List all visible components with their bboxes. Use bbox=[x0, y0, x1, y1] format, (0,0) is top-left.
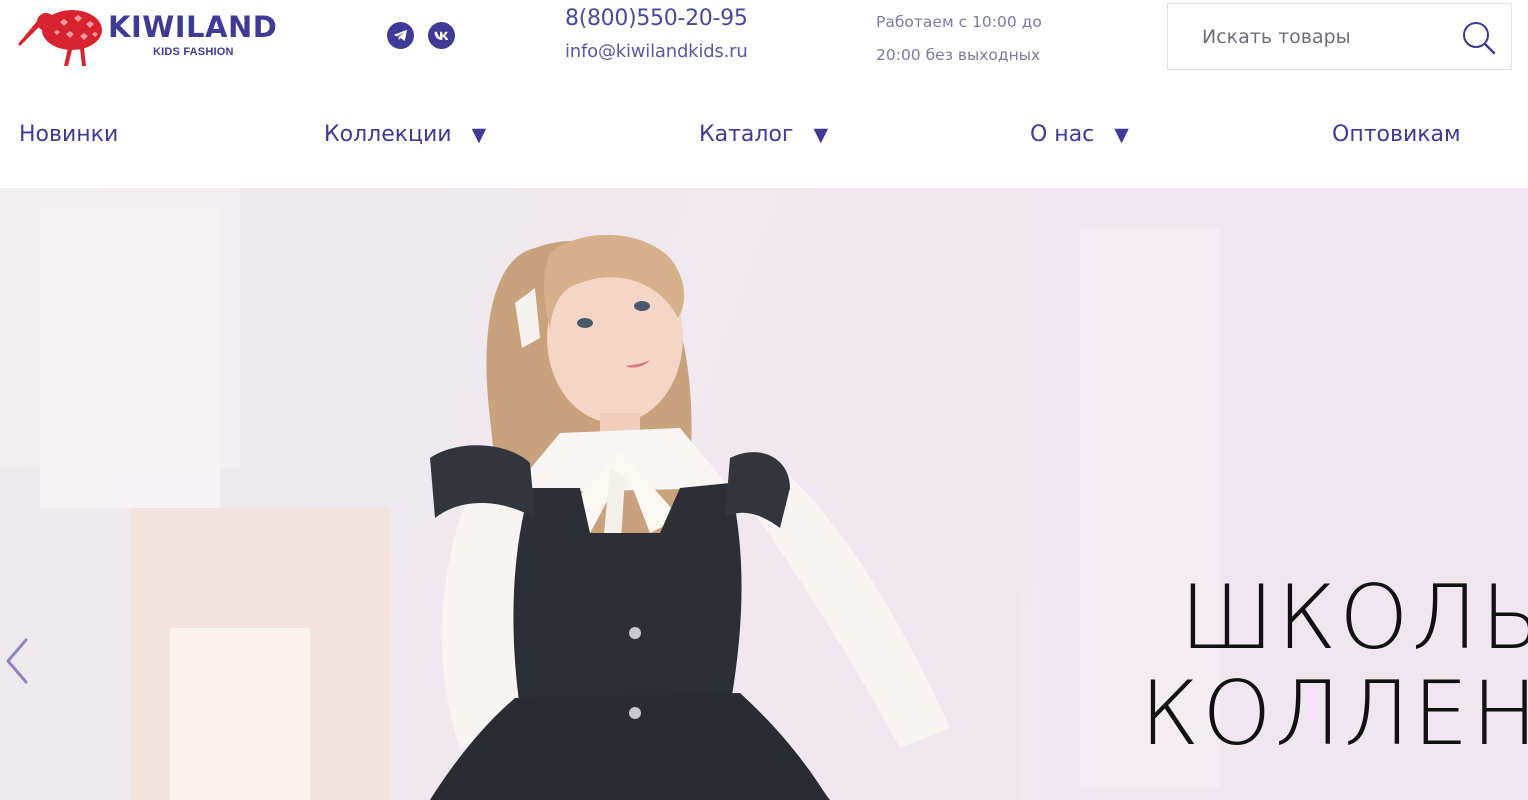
working-hours: Работаем с 10:00 до 20:00 без выходных bbox=[876, 6, 1076, 72]
search-icon bbox=[1463, 22, 1496, 55]
vk-icon bbox=[434, 31, 448, 40]
dropdown-arrow-icon: ▼ bbox=[813, 123, 829, 146]
nav-item-label: Каталог bbox=[699, 122, 794, 147]
dropdown-arrow-icon: ▼ bbox=[471, 123, 487, 146]
telegram-icon bbox=[393, 29, 407, 41]
kiwi-bird-icon bbox=[18, 10, 102, 66]
nav-item-wholesale[interactable]: Оптовикам bbox=[1332, 122, 1461, 147]
nav-item-label: Оптовикам bbox=[1332, 122, 1461, 147]
nav-item-label: О нас bbox=[1030, 122, 1095, 147]
dropdown-arrow-icon: ▼ bbox=[1114, 123, 1129, 146]
search-input[interactable] bbox=[1180, 20, 1440, 54]
nav-item-catalog[interactable]: Каталог ▼ bbox=[699, 122, 828, 147]
hero-slider[interactable]: ШКОЛЬ КОЛЛЕН bbox=[0, 188, 1528, 800]
chevron-left-icon bbox=[6, 638, 28, 684]
hero-model-image bbox=[430, 234, 950, 800]
email-link[interactable]: info@kiwilandkids.ru bbox=[565, 34, 825, 70]
nav-item-label: Коллекции bbox=[324, 122, 452, 147]
hero-title: ШКОЛЬ КОЛЛЕН bbox=[1140, 570, 1528, 762]
site-header: KIWILAND KIDS FASHION 8(800)550-20-95 in… bbox=[0, 0, 1528, 80]
main-nav: Новинки Коллекции ▼ Каталог ▼ О нас ▼ Оп… bbox=[0, 110, 1528, 172]
hero-title-line1: ШКОЛЬ bbox=[1180, 566, 1528, 669]
nav-item-about[interactable]: О нас ▼ bbox=[1030, 122, 1129, 147]
nav-item-new[interactable]: Новинки bbox=[19, 122, 118, 147]
slider-prev-button[interactable] bbox=[2, 636, 32, 686]
search-button[interactable] bbox=[1459, 18, 1499, 58]
logo[interactable]: KIWILAND KIDS FASHION bbox=[16, 4, 286, 70]
working-hours-line: Работаем с 10:00 до bbox=[876, 13, 1042, 31]
logo-tagline: KIDS FASHION bbox=[153, 46, 234, 58]
contacts-block: 8(800)550-20-95 info@kiwilandkids.ru bbox=[565, 4, 825, 70]
logo-name: KIWILAND bbox=[108, 10, 278, 44]
search-box bbox=[1167, 3, 1512, 70]
nav-item-collections[interactable]: Коллекции ▼ bbox=[324, 122, 486, 147]
nav-item-label: Новинки bbox=[19, 122, 119, 147]
hero-title-line2: КОЛЛЕН bbox=[1140, 662, 1528, 765]
vk-link[interactable] bbox=[428, 22, 455, 49]
telegram-link[interactable] bbox=[387, 22, 414, 49]
working-hours-line: 20:00 без выходных bbox=[876, 46, 1041, 64]
phone-link[interactable]: 8(800)550-20-95 bbox=[565, 4, 825, 34]
